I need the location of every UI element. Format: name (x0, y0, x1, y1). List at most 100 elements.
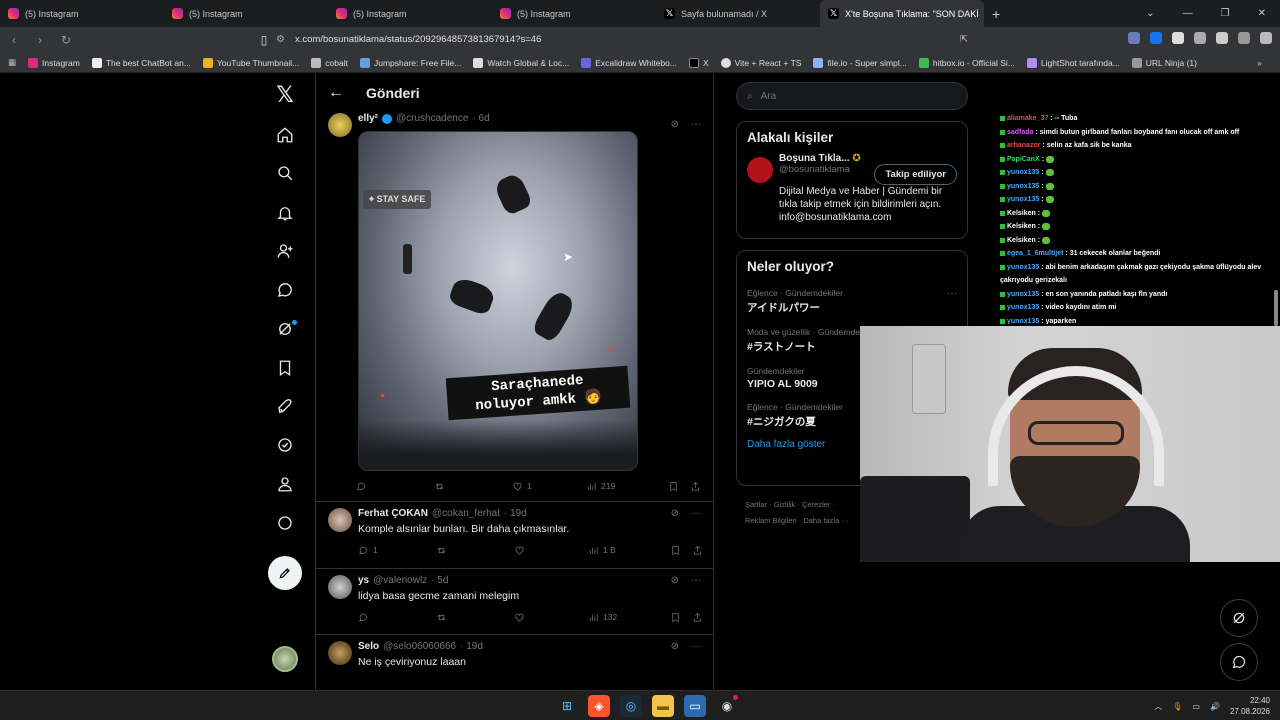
reload-icon[interactable]: ↻ (60, 33, 72, 47)
avatar[interactable] (328, 641, 352, 665)
bookmark-item[interactable]: Instagram (28, 57, 80, 68)
bookmark-icon[interactable]: ▯ (258, 33, 270, 47)
back-arrow-icon[interactable]: ← (328, 84, 344, 102)
extension-icon[interactable] (1172, 32, 1184, 44)
grok-fab-button[interactable] (1220, 599, 1258, 637)
chat-username[interactable]: yunox135 (1007, 193, 1039, 207)
bookmark-item[interactable]: The best ChatBot an... (91, 57, 191, 68)
tab-search-icon[interactable]: ⌄ (1146, 8, 1154, 19)
close-window-button[interactable]: ✕ (1258, 8, 1266, 19)
trend-item[interactable]: Eğlence · Gündemdekiler アイドルパワー ··· (737, 282, 967, 321)
reply-button[interactable] (358, 612, 436, 623)
chat-username[interactable]: yunox135 (1007, 288, 1039, 302)
bookmark-item[interactable]: Excalidraw Whitebo... (581, 57, 677, 68)
author-handle[interactable]: @cokan_ferhat (432, 508, 500, 519)
bookmark-item[interactable]: X (688, 57, 709, 68)
tweet-media[interactable]: ⌖ STAY SAFE Saraçhanede noluyor amkk 🧑 ➤ (358, 131, 638, 471)
chat-username[interactable]: yunox135 (1007, 180, 1039, 194)
network-icon[interactable]: ▭ (1192, 702, 1200, 711)
compose-button[interactable] (268, 556, 302, 590)
author-name[interactable]: Selo (358, 641, 379, 652)
reply-button[interactable]: 1 (358, 545, 436, 556)
tweet-time[interactable]: · 6d (472, 113, 489, 124)
avatar[interactable] (328, 575, 352, 599)
chat-username[interactable]: arhanazor (1007, 139, 1040, 153)
obs-icon[interactable]: ◉ (716, 695, 738, 717)
avatar[interactable] (328, 113, 352, 137)
bookmark-button[interactable] (668, 481, 690, 492)
bookmark-item[interactable]: hitbox.io - Official Si... (918, 57, 1015, 68)
like-button[interactable] (514, 545, 588, 556)
bookmark-item[interactable]: Watch Global & Loc... (473, 57, 569, 68)
follow-user-icon[interactable] (265, 236, 305, 266)
browser-tab[interactable]: (5) Instagram (328, 0, 492, 27)
repost-button[interactable] (434, 481, 512, 492)
share-icon[interactable]: ⇱ (960, 34, 968, 45)
avatar[interactable] (328, 508, 352, 532)
bookmark-item[interactable]: file.io - Super simpl... (813, 57, 907, 68)
search-input[interactable]: ⌕ Ara (736, 82, 968, 110)
views-button[interactable]: 132 (588, 612, 670, 623)
extensions-puzzle-icon[interactable] (1194, 32, 1206, 44)
author-handle[interactable]: @selo06060666 (383, 641, 456, 652)
tweet[interactable]: elly² @crushcadence · 6d ⌖ STAY SAFE Sar… (316, 113, 713, 502)
tweet-time[interactable]: · 5d (431, 575, 448, 586)
messages-fab-button[interactable] (1220, 643, 1258, 681)
address-bar[interactable]: ⚙ x.com/bosunatiklama/status/20929648573… (276, 29, 976, 50)
more-options-icon[interactable]: ··· (691, 119, 701, 130)
home-icon[interactable] (265, 120, 305, 150)
grok-icon[interactable]: ⊘ (671, 119, 679, 130)
forward-icon[interactable]: › (34, 33, 46, 47)
monitor-app-icon[interactable]: ▭ (684, 695, 706, 717)
grok-icon[interactable]: ⊘ (671, 575, 679, 586)
like-button[interactable] (514, 612, 588, 623)
profile-icon[interactable] (265, 469, 305, 499)
verified-icon[interactable] (265, 430, 305, 460)
maximize-button[interactable]: ❐ (1221, 8, 1230, 19)
following-button[interactable]: Takip ediliyor (874, 164, 957, 185)
chat-username[interactable]: sadfada (1007, 126, 1033, 140)
menu-icon[interactable] (1260, 32, 1272, 44)
more-options-icon[interactable]: ··· (691, 508, 701, 519)
views-button[interactable]: 219 (586, 481, 668, 492)
account-avatar[interactable] (272, 646, 298, 672)
reply-button[interactable] (356, 481, 434, 492)
browser-tab[interactable]: (5) Instagram (164, 0, 328, 27)
tweet-time[interactable]: · 19d (460, 641, 483, 652)
share-button[interactable] (692, 612, 703, 623)
extension-icon[interactable] (1150, 32, 1162, 44)
more-options-icon[interactable]: ··· (947, 288, 957, 299)
minimize-button[interactable]: — (1183, 8, 1193, 19)
author-handle[interactable]: @valeriowlz (373, 575, 427, 586)
more-options-icon[interactable]: ··· (691, 641, 701, 652)
chat-username[interactable]: yunox135 (1007, 315, 1039, 325)
system-clock[interactable]: 22:40 27.08.2026 (1230, 695, 1270, 717)
bookmark-item[interactable]: Vite + React + TS (720, 57, 801, 68)
browser-tab[interactable]: (5) Instagram (0, 0, 164, 27)
chat-username[interactable]: PapiCanX (1007, 153, 1040, 167)
chat-username[interactable]: yunox135 (1007, 301, 1039, 315)
messages-icon[interactable] (265, 275, 305, 305)
browser-tab[interactable]: (5) Instagram (492, 0, 656, 27)
author-name[interactable]: Ferhat ÇOKAN (358, 508, 428, 519)
windows-start-icon[interactable]: ⊞ (556, 695, 578, 717)
volume-icon[interactable]: 🔊 (1210, 702, 1220, 711)
share-button[interactable] (692, 545, 703, 556)
search-icon[interactable] (265, 158, 305, 188)
site-settings-icon[interactable]: ⚙ (276, 34, 285, 45)
grok-icon[interactable]: ⊘ (671, 508, 679, 519)
bookmark-item[interactable]: cobalt (311, 57, 348, 68)
notifications-bell-icon[interactable] (265, 198, 305, 228)
reply-tweet[interactable]: Ferhat ÇOKAN @cokan_ferhat · 19d Komple al… (316, 502, 713, 569)
scrollbar[interactable] (1274, 290, 1278, 326)
footer-link[interactable]: Reklam Bilgileri · Daha fazla ··· (745, 513, 865, 529)
person-name[interactable]: Boşuna Tıkla... (779, 153, 850, 164)
repost-button[interactable] (436, 545, 514, 556)
vpn-shield-icon[interactable] (1238, 32, 1250, 44)
reply-tweet[interactable]: ys @valeriowlz · 5d lidya basa gecme zaman… (316, 569, 713, 635)
bookmark-button[interactable] (670, 545, 692, 556)
media-icon[interactable] (1216, 32, 1228, 44)
chat-username[interactable]: Kelsiken (1007, 207, 1036, 221)
bookmark-item[interactable]: LightShot tarafında... (1026, 57, 1120, 68)
browser-tab[interactable]: 𝕏 Sayfa bulunamadı / X (656, 0, 820, 27)
